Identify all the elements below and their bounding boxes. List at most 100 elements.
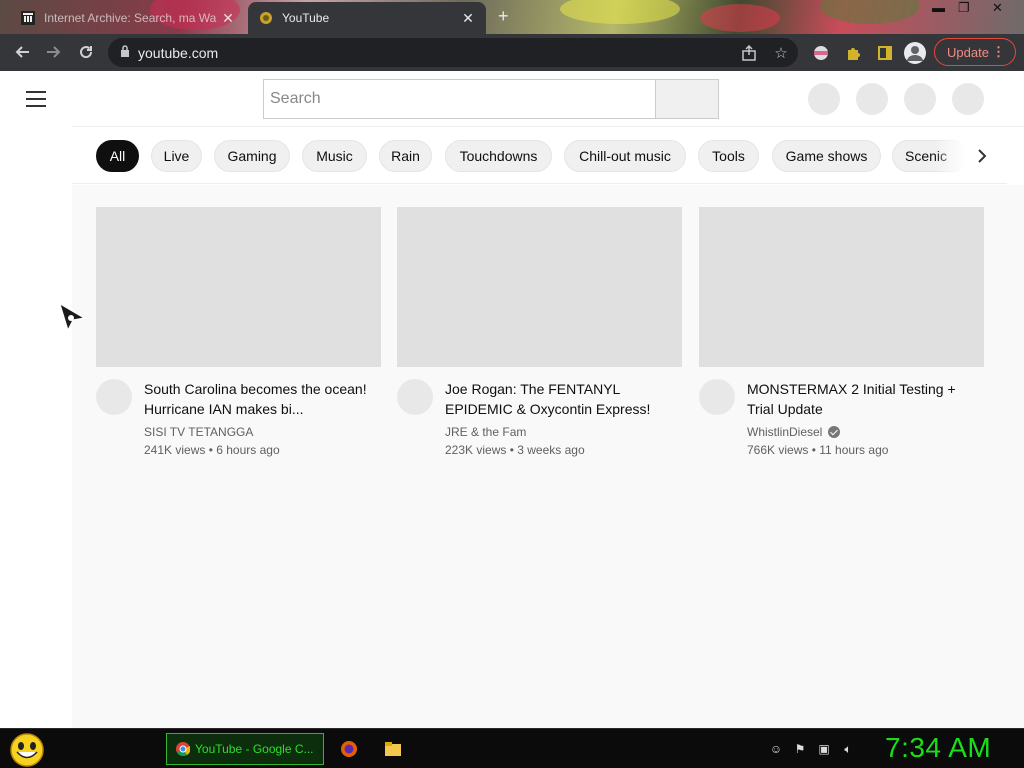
restore-icon[interactable]: ❐ [958,0,970,16]
flag-icon[interactable]: ⚑ [792,741,808,757]
browser-toolbar: youtube.com ☆ Update ⋮ [0,34,1024,71]
volume-icon[interactable]: 🔈︎ [840,741,856,757]
view-count: 766K views [747,443,809,457]
video-stats: 223K views • 3 weeks ago [445,443,585,457]
create-icon[interactable] [808,83,840,115]
channel-avatar[interactable] [96,379,132,415]
video-thumbnail[interactable] [397,207,682,367]
new-tab-button[interactable]: + [498,6,509,27]
puzzle-icon[interactable] [842,42,864,64]
taskbar-item-label: YouTube - Google C... [195,742,314,756]
forward-icon[interactable] [38,36,70,68]
sidebar-icon[interactable] [874,42,896,64]
browser-title-bar: Internet Archive: Search, ma Wa ✕ YouTub… [0,0,1024,34]
search-input[interactable]: Search [263,79,656,119]
video-card[interactable]: MONSTERMAX 2 Initial Testing + Trial Upd… [699,207,985,457]
chip-game-shows[interactable]: Game shows [772,140,881,172]
close-icon[interactable]: ✕ [220,10,236,27]
folder-icon[interactable] [384,740,402,758]
bookmark-star-icon[interactable]: ☆ [770,42,792,64]
archive-icon [20,10,36,26]
video-card[interactable]: Joe Rogan: The FENTANYL EPIDEMIC & Oxyco… [397,207,683,457]
upload-age: 6 hours ago [216,443,280,457]
smiley-icon [10,733,44,767]
more-options-icon[interactable]: ⋮ [992,44,1005,60]
video-title[interactable]: South Carolina becomes the ocean! Hurric… [144,379,376,419]
taskbar-clock[interactable]: 7:34 AM [885,732,991,764]
channel-name[interactable]: WhistlinDiesel [747,425,979,439]
channel-name[interactable]: JRE & the Fam [445,425,677,439]
network-icon[interactable]: ▣ [816,741,832,757]
video-title[interactable]: MONSTERMAX 2 Initial Testing + Trial Upd… [747,379,979,419]
video-thumbnail[interactable] [96,207,381,367]
chips-fade [934,128,974,183]
video-stats: 241K views • 6 hours ago [144,443,280,457]
tab-internet-archive[interactable]: Internet Archive: Search, ma Wa ✕ [10,2,246,34]
video-meta: MONSTERMAX 2 Initial Testing + Trial Upd… [747,379,979,457]
video-feed: South Carolina becomes the ocean! Hurric… [72,185,1024,728]
video-title[interactable]: Joe Rogan: The FENTANYL EPIDEMIC & Oxyco… [445,379,677,419]
chip-rain[interactable]: Rain [379,140,432,172]
taskbar: YouTube - Google C... ☺ ⚑ ▣ 🔈︎ 7:34 AM [0,728,1024,768]
firefox-icon[interactable] [340,740,358,758]
mouse-cursor-icon [59,302,86,332]
channel-name-text: SISI TV TETANGGA [144,425,254,439]
extension-icon[interactable] [810,42,832,64]
chrome-icon [175,741,191,757]
chip-music[interactable]: Music [302,140,367,172]
youtube-page: Search All Live Gaming Music Rain Touchd… [0,71,1024,728]
address-bar[interactable]: youtube.com [108,38,798,67]
channel-name[interactable]: SISI TV TETANGGA [144,425,376,439]
close-window-icon[interactable]: ✕ [992,0,1003,16]
loading-icon [258,10,274,26]
video-meta: Joe Rogan: The FENTANYL EPIDEMIC & Oxyco… [445,379,677,457]
chips-bar: All Live Gaming Music Rain Touchdowns Ch… [72,128,1007,184]
channel-avatar[interactable] [699,379,735,415]
wallpaper-splash [820,0,920,24]
channel-avatar[interactable] [397,379,433,415]
chip-all[interactable]: All [96,140,139,172]
video-meta: South Carolina becomes the ocean! Hurric… [144,379,376,457]
close-icon[interactable]: ✕ [460,10,476,27]
upload-age: 11 hours ago [819,443,889,457]
wallpaper-splash [700,4,780,32]
url-text: youtube.com [138,44,219,61]
apps-icon[interactable] [856,83,888,115]
back-icon[interactable] [6,36,38,68]
notifications-icon[interactable] [904,83,936,115]
video-stats: 766K views • 11 hours ago [747,443,889,457]
chip-live[interactable]: Live [151,140,202,172]
profile-icon[interactable] [904,42,926,64]
wallpaper-splash [560,0,680,24]
share-icon[interactable] [738,42,760,64]
chevron-right-icon[interactable] [970,140,994,172]
tab-label: Internet Archive: Search, ma Wa [44,11,217,25]
masthead: Search [72,71,1024,127]
chip-touchdowns[interactable]: Touchdowns [445,140,552,172]
smiley-tray-icon[interactable]: ☺ [768,741,784,757]
search-button[interactable] [655,79,719,119]
lock-icon[interactable] [120,44,130,62]
view-count: 223K views [445,443,507,457]
update-button[interactable]: Update ⋮ [934,38,1016,66]
tab-youtube[interactable]: YouTube ✕ [248,2,486,34]
guide-sidebar [0,71,72,728]
view-count: 241K views [144,443,206,457]
chip-gaming[interactable]: Gaming [214,140,290,172]
menu-icon[interactable] [26,91,46,107]
chip-tools[interactable]: Tools [698,140,759,172]
minimize-icon[interactable]: ▬ [932,0,945,15]
upload-age: 3 weeks ago [517,443,585,457]
verified-icon [828,426,841,438]
reload-icon[interactable] [70,36,102,68]
video-card[interactable]: South Carolina becomes the ocean! Hurric… [96,207,382,457]
taskbar-item-chrome[interactable]: YouTube - Google C... [166,733,324,765]
tab-label: YouTube [282,11,330,25]
update-label: Update [947,44,989,60]
avatar[interactable] [952,83,984,115]
channel-name-text: WhistlinDiesel [747,425,823,439]
chip-chill-out-music[interactable]: Chill-out music [564,140,686,172]
start-button[interactable] [8,731,46,767]
channel-name-text: JRE & the Fam [445,425,527,439]
video-thumbnail[interactable] [699,207,984,367]
